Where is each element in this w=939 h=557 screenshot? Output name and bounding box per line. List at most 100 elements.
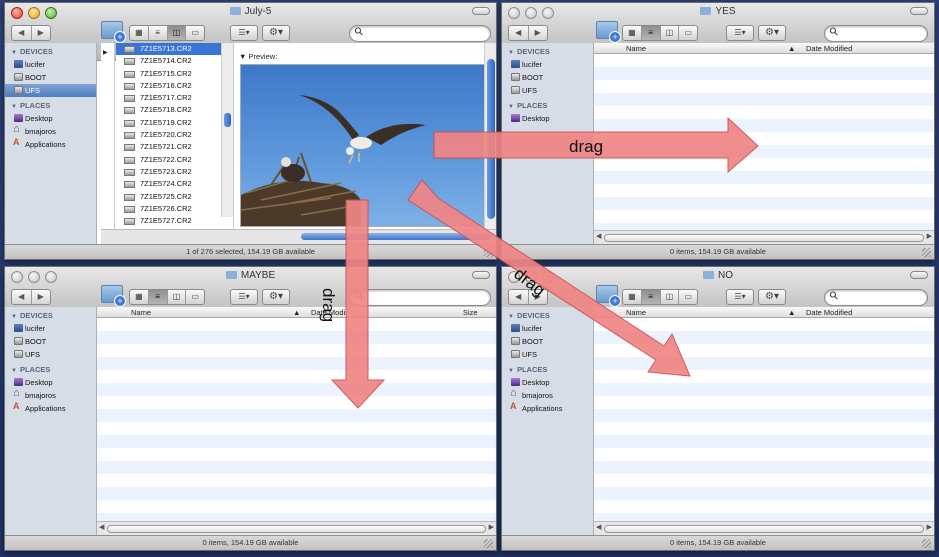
- file-row[interactable]: 7Z1E5726.CR2: [116, 203, 233, 215]
- name-column-header[interactable]: Name: [626, 44, 646, 53]
- date-column-header[interactable]: Date Modified: [806, 308, 852, 317]
- file-list[interactable]: Name ▲ Date Modified ◀ ▶: [594, 307, 934, 535]
- parent-column[interactable]: ▶: [101, 43, 115, 244]
- sidebar-item-applications[interactable]: Applications: [5, 401, 96, 415]
- arrange-button[interactable]: ☰▾: [230, 289, 258, 305]
- search-input[interactable]: [349, 289, 491, 306]
- file-row[interactable]: 7Z1E5720.CR2: [116, 129, 233, 141]
- sidebar-item-boot[interactable]: BOOT: [502, 335, 593, 348]
- toolbar-toggle-button[interactable]: [910, 271, 928, 279]
- horizontal-scrollbar[interactable]: ◀ ▶: [97, 521, 496, 535]
- toolbar-toggle-button[interactable]: [910, 7, 928, 15]
- scroll-track[interactable]: [604, 234, 924, 242]
- icon-view-icon[interactable]: ▦: [130, 26, 149, 40]
- sidebar-item-ufs[interactable]: UFS: [502, 84, 593, 97]
- toolbar-toggle-button[interactable]: [472, 7, 490, 15]
- sidebar-item-applications[interactable]: Applications: [5, 137, 96, 151]
- name-column-header[interactable]: Name: [626, 308, 646, 317]
- resize-grip-icon[interactable]: [922, 248, 931, 257]
- icon-view-icon[interactable]: ▦: [623, 290, 642, 304]
- scroll-thumb[interactable]: [487, 59, 495, 219]
- file-row[interactable]: 7Z1E5719.CR2: [116, 117, 233, 129]
- file-list[interactable]: Name ▲ Date Modified ◀ ▶: [594, 43, 934, 244]
- list-view-icon[interactable]: ≡: [641, 290, 661, 304]
- scroll-track[interactable]: [107, 525, 486, 533]
- file-row[interactable]: 7Z1E5721.CR2: [116, 141, 233, 153]
- back-forward-buttons[interactable]: ◀ ▶: [11, 289, 51, 305]
- list-view-icon[interactable]: ≡: [148, 290, 168, 304]
- sidebar-item-boot[interactable]: BOOT: [502, 71, 593, 84]
- file-row[interactable]: 7Z1E5722.CR2: [116, 154, 233, 166]
- coverflow-view-icon[interactable]: ▭: [679, 290, 697, 304]
- coverflow-view-icon[interactable]: ▭: [679, 26, 697, 40]
- back-forward-buttons[interactable]: ◀ ▶: [508, 25, 548, 41]
- list-view-icon[interactable]: ≡: [149, 26, 168, 40]
- new-folder-icon[interactable]: [101, 285, 126, 307]
- forward-icon[interactable]: ▶: [529, 26, 548, 40]
- file-row[interactable]: 7Z1E5724.CR2: [116, 178, 233, 190]
- sidebar-item-applications[interactable]: Applications: [502, 401, 593, 415]
- coverflow-view-icon[interactable]: ▭: [186, 290, 204, 304]
- new-folder-icon[interactable]: [101, 21, 126, 43]
- back-icon[interactable]: ◀: [509, 26, 529, 40]
- view-mode-segment[interactable]: ▦ ≡ ◫ ▭: [129, 289, 205, 305]
- action-gear-button[interactable]: ⚙▾: [758, 25, 786, 41]
- sidebar-item-lucifer[interactable]: lucifer: [5, 58, 96, 71]
- resize-grip-icon[interactable]: [922, 539, 931, 548]
- search-input[interactable]: [824, 289, 928, 306]
- toolbar-toggle-button[interactable]: [472, 271, 490, 279]
- column-view-icon[interactable]: ◫: [167, 26, 187, 40]
- new-folder-icon[interactable]: [596, 21, 621, 43]
- sidebar-item-ufs[interactable]: UFS: [502, 348, 593, 361]
- file-row[interactable]: 7Z1E5727.CR2: [116, 215, 233, 227]
- new-folder-icon[interactable]: [596, 285, 621, 307]
- file-row[interactable]: 7Z1E5717.CR2: [116, 92, 233, 104]
- file-row[interactable]: 7Z1E5725.CR2: [116, 191, 233, 203]
- resize-grip-icon[interactable]: [484, 539, 493, 548]
- name-column-header[interactable]: Name: [131, 308, 151, 317]
- sidebar-item-lucifer[interactable]: lucifer: [502, 58, 593, 71]
- file-list[interactable]: Name ▲ Date Modi Size ◀ ▶: [97, 307, 496, 535]
- action-gear-button[interactable]: ⚙▾: [262, 289, 290, 305]
- view-mode-segment[interactable]: ▦ ≡ ◫ ▭: [129, 25, 205, 41]
- file-row[interactable]: 7Z1E5715.CR2: [116, 68, 233, 80]
- back-icon[interactable]: ◀: [12, 26, 32, 40]
- file-column-scrollbar[interactable]: [221, 43, 233, 217]
- view-mode-segment[interactable]: ▦ ≡ ◫ ▭: [622, 25, 698, 41]
- column-view-icon[interactable]: ◫: [661, 290, 680, 304]
- sidebar-item-boot[interactable]: BOOT: [5, 71, 96, 84]
- sidebar-item-boot[interactable]: BOOT: [5, 335, 96, 348]
- horizontal-scrollbar[interactable]: [101, 229, 496, 244]
- forward-icon[interactable]: ▶: [32, 290, 51, 304]
- sidebar-item-lucifer[interactable]: lucifer: [5, 322, 96, 335]
- sidebar-item-lucifer[interactable]: lucifer: [502, 322, 593, 335]
- file-row[interactable]: 7Z1E5713.CR2: [116, 43, 233, 56]
- sidebar-item-ufs[interactable]: UFS: [5, 84, 96, 97]
- resize-grip-icon[interactable]: [484, 248, 493, 257]
- file-column[interactable]: 7Z1E5713.CR2 7Z1E5714.CR2 7Z1E5715.CR2 7Z1E…: [116, 43, 234, 229]
- column-view-icon[interactable]: ◫: [661, 26, 680, 40]
- action-gear-button[interactable]: ⚙▾: [262, 25, 290, 41]
- scroll-thumb[interactable]: [224, 113, 231, 127]
- scroll-thumb[interactable]: [301, 233, 491, 240]
- file-row[interactable]: 7Z1E5718.CR2: [116, 104, 233, 116]
- arrange-button[interactable]: ☰▾: [726, 289, 754, 305]
- preview-scrollbar[interactable]: [484, 43, 496, 229]
- icon-view-icon[interactable]: ▦: [623, 26, 642, 40]
- file-row[interactable]: 7Z1E5723.CR2: [116, 166, 233, 178]
- sidebar-item-ufs[interactable]: UFS: [5, 348, 96, 361]
- horizontal-scrollbar[interactable]: ◀ ▶: [594, 521, 934, 535]
- icon-view-icon[interactable]: ▦: [130, 290, 149, 304]
- back-icon[interactable]: ◀: [12, 290, 32, 304]
- file-row[interactable]: 7Z1E5716.CR2: [116, 80, 233, 92]
- coverflow-view-icon[interactable]: ▭: [186, 26, 204, 40]
- date-column-header[interactable]: Date Modified: [806, 44, 852, 53]
- back-forward-buttons[interactable]: ◀ ▶: [11, 25, 51, 41]
- sidebar-item-desktop[interactable]: Desktop: [502, 112, 593, 125]
- list-view-icon[interactable]: ≡: [641, 26, 661, 40]
- size-column-header[interactable]: Size: [463, 308, 478, 317]
- horizontal-scrollbar[interactable]: ◀ ▶: [594, 230, 934, 244]
- column-view-icon[interactable]: ◫: [168, 290, 187, 304]
- forward-icon[interactable]: ▶: [32, 26, 51, 40]
- view-mode-segment[interactable]: ▦ ≡ ◫ ▭: [622, 289, 698, 305]
